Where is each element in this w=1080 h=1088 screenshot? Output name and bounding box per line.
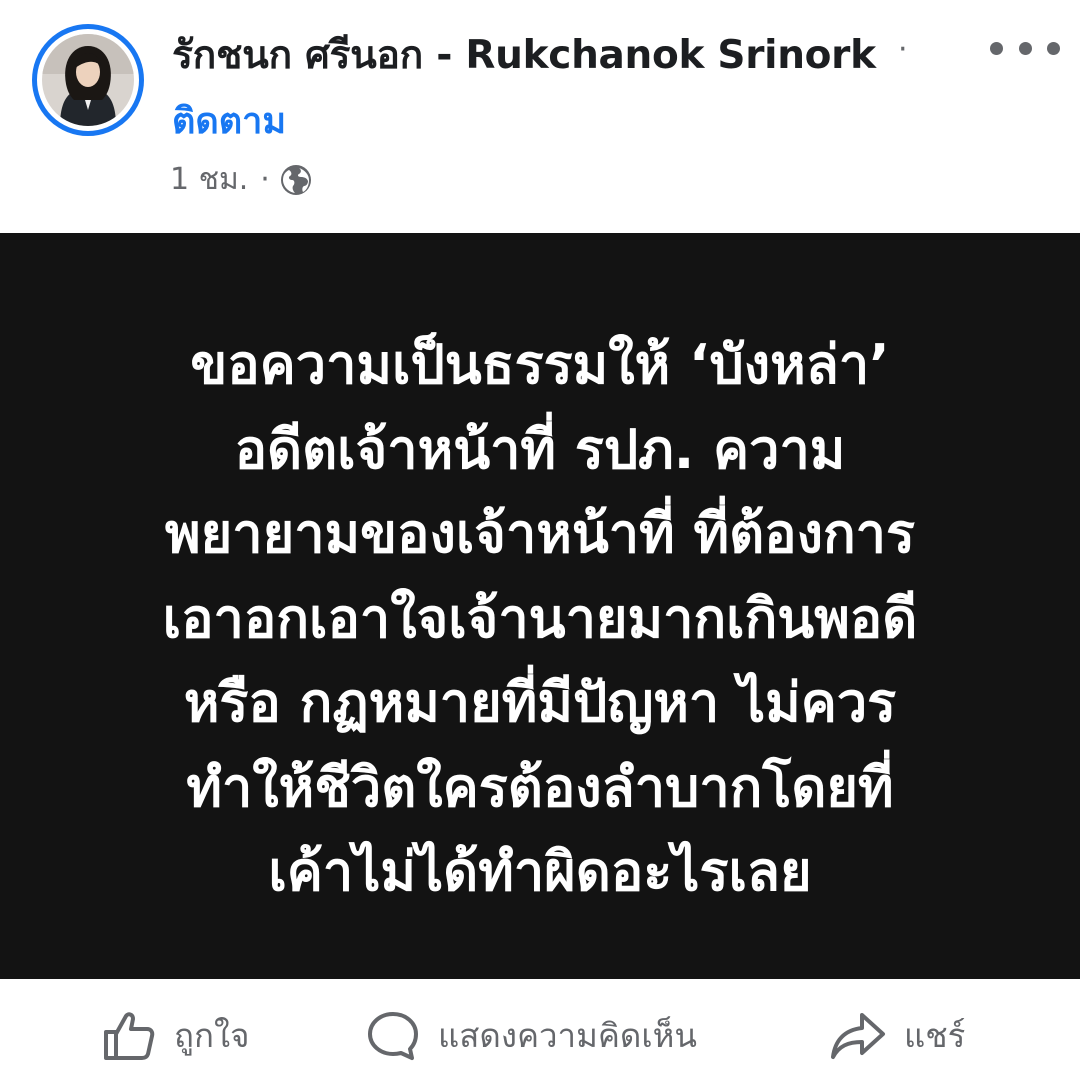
image-text-block: ขอความเป็นธรรมให้ ‘บังหล่า’ อดีตเจ้าหน้า… [60, 323, 1020, 915]
post-header: รักชนก ศรีนอก - Rukchanok Srinork · ติดต… [0, 0, 1080, 233]
share-label: แชร์ [904, 1016, 966, 1055]
meta-separator: · [260, 162, 270, 197]
share-arrow-icon [831, 1012, 885, 1059]
like-label: ถูกใจ [174, 1016, 250, 1055]
more-options-icon[interactable] [990, 28, 1060, 68]
image-text-line: พยายามของเจ้าหน้าที่ ที่ต้องการ [165, 502, 915, 565]
image-text-line: เอาอกเอาใจเจ้านายมากเกินพอดี [162, 586, 918, 650]
like-button[interactable]: ถูกใจ [102, 1009, 249, 1062]
profile-avatar[interactable] [32, 24, 144, 136]
avatar-photo [42, 34, 134, 126]
thumbs-up-icon [104, 1011, 155, 1060]
comment-icon [368, 1011, 418, 1060]
post-meta: 1 ชม. · [170, 156, 312, 203]
share-button[interactable]: แชร์ [830, 1009, 965, 1062]
follow-button[interactable]: ติดตาม [172, 92, 286, 149]
more-dot [990, 41, 1003, 55]
name-separator-dot: · [898, 32, 908, 67]
comment-button[interactable]: แสดงความคิดเห็น [366, 1009, 697, 1062]
author-name[interactable]: รักชนก ศรีนอก - Rukchanok Srinork [172, 24, 876, 86]
post-timestamp[interactable]: 1 ชม. [170, 156, 248, 203]
image-text-line: เค้าไม่ได้ทำผิดอะไรเลย [268, 840, 812, 903]
more-dot [1018, 41, 1032, 55]
post-image[interactable]: ขอความเป็นธรรมให้ ‘บังหล่า’ อดีตเจ้าหน้า… [0, 233, 1080, 979]
image-text-line: หรือ กฏหมายที่มีปัญหา ไม่ควร [183, 671, 897, 734]
globe-icon [280, 164, 311, 195]
image-text-line: ขอความเป็นธรรมให้ ‘บังหล่า’ [190, 333, 890, 396]
post-action-bar: ถูกใจ แสดงความคิดเห็น แชร์ [0, 979, 1080, 1088]
comment-label: แสดงความคิดเห็น [438, 1016, 697, 1055]
more-dot [1047, 41, 1060, 55]
image-text-line: อดีตเจ้าหน้าที่ รปภ. ความ [234, 417, 846, 481]
image-text-line: ทำให้ชีวิตใครต้องลำบากโดยที่ [186, 755, 894, 819]
